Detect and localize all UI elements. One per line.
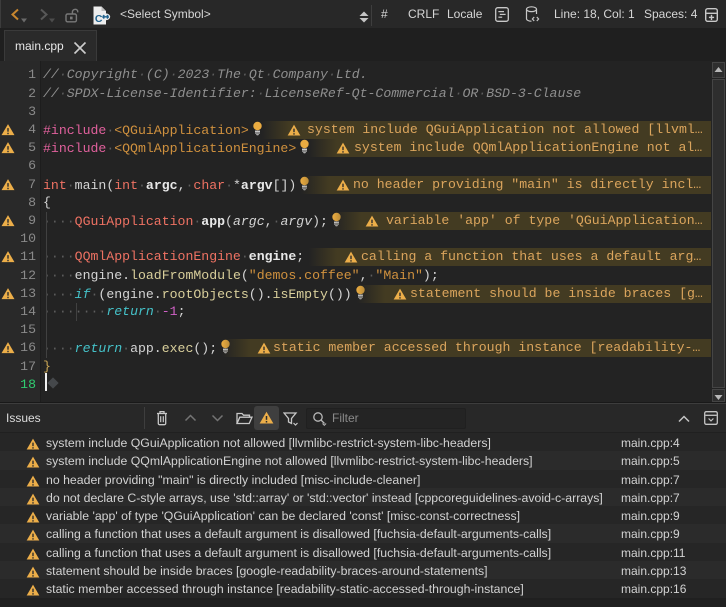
svg-text:C: C	[95, 13, 103, 25]
